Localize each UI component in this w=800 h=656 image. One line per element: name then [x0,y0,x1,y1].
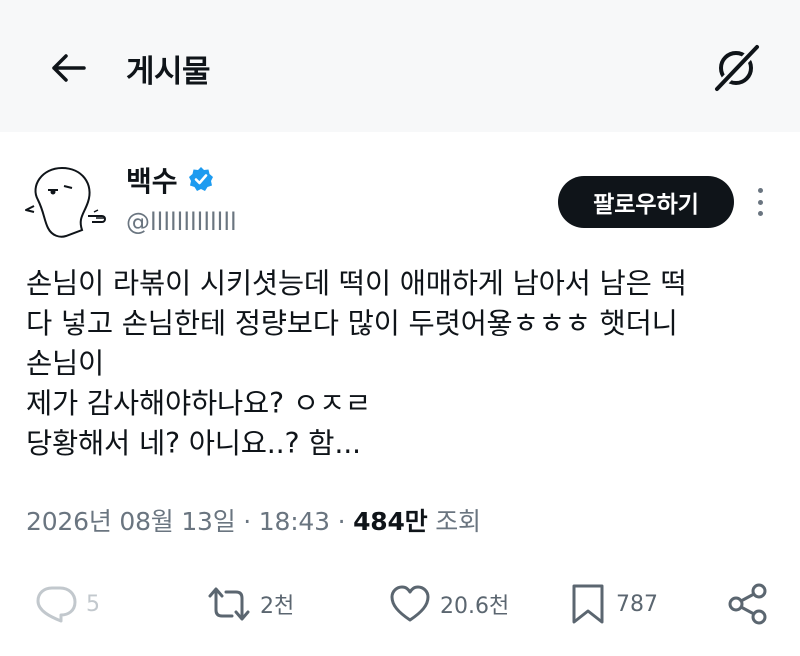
tweet-text: 손님이 라볶이 시키셧능데 떡이 애매하게 남아서 남은 떡 다 넣고 손님한테… [26,264,786,464]
more-vertical-icon [757,188,763,193]
like-button[interactable]: 20.6천 [388,574,509,634]
tweet-line: 제가 감사해야하나요? ㅇㅈㄹ [26,387,371,420]
action-bar: 5 2천 20.6천 787 [0,574,800,634]
meta-separator: · [337,507,346,536]
arrow-left-icon [52,54,86,82]
heart-icon [390,585,430,622]
tweet-line: 손님이 [26,347,105,380]
bookmark-count: 787 [616,591,658,617]
retweet-icon [208,587,250,621]
page-title: 게시물 [126,54,211,90]
reply-count: 5 [86,591,100,617]
back-button[interactable] [44,48,92,88]
follow-button[interactable]: 팔로우하기 [558,176,734,228]
tweet-line: 다 넣고 손님한테 정량보다 많이 두렷어욯ㅎㅎㅎ 햇더니 [26,307,678,340]
more-options-button[interactable] [748,184,772,220]
grok-icon [714,44,760,92]
retweet-count: 2천 [260,594,295,619]
top-bar: 게시물 [0,0,800,132]
verified-badge-icon [188,166,214,192]
share-button[interactable] [726,574,770,634]
display-name[interactable]: 백수 [126,160,178,200]
reply-button[interactable]: 5 [34,574,100,634]
cartoon-avatar-icon [25,166,106,238]
view-label: 조회 [435,507,481,536]
tweet-line: 당황해서 네? 아니요..? 함... [26,427,361,460]
user-handle[interactable]: @lllllllllllll [126,208,237,236]
bookmark-icon [572,584,604,624]
retweet-button[interactable]: 2천 [206,574,294,634]
reply-icon [36,586,77,623]
timestamp[interactable]: 2026년 08월 13일 · 18:43 [26,507,330,536]
share-icon [728,583,767,625]
tweet-meta: 2026년 08월 13일 · 18:43 · 484만 조회 [26,502,481,538]
bookmark-button[interactable]: 787 [568,574,658,634]
avatar[interactable] [22,156,114,244]
view-count: 484만 [353,507,428,536]
grok-button[interactable] [708,40,764,96]
tweet-line: 손님이 라볶이 시키셧능데 떡이 애매하게 남아서 남은 떡 [26,267,687,300]
like-count: 20.6천 [440,594,510,619]
